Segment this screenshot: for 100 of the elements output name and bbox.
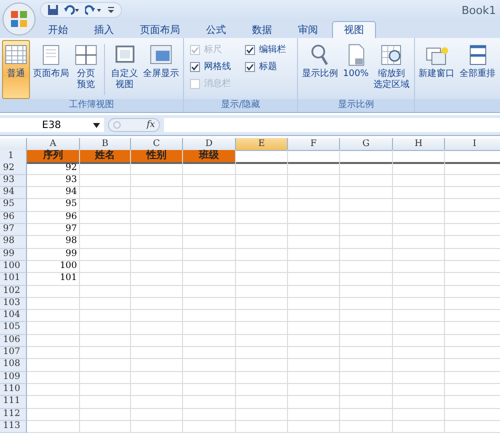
empty-cell <box>80 372 131 384</box>
ribbon-button[interactable]: 全部重排 <box>458 40 498 99</box>
ribbon-tab[interactable]: 视图 <box>332 21 376 38</box>
row-header[interactable]: 93 <box>0 174 27 188</box>
column-header[interactable]: E <box>236 138 288 151</box>
ribbon-tab[interactable]: 页面布局 <box>128 21 192 38</box>
ribbon-button[interactable]: 缩放到 选定区域 <box>372 40 412 99</box>
empty-cell <box>236 298 288 310</box>
row-header[interactable]: 96 <box>0 212 27 224</box>
row-header[interactable]: 1 <box>0 150 27 164</box>
column-header[interactable]: H <box>393 138 445 151</box>
ribbon-button[interactable]: 分页 预览 <box>72 40 100 99</box>
ribbon-button[interactable]: 页面布局 <box>31 40 71 99</box>
table-cell: 93 <box>27 174 80 188</box>
row-header[interactable]: 112 <box>0 408 27 421</box>
empty-cell <box>80 310 131 322</box>
empty-cell <box>288 396 340 409</box>
row-header[interactable]: 105 <box>0 322 27 335</box>
row-header[interactable]: 106 <box>0 334 27 348</box>
empty-cell <box>131 420 183 434</box>
formula-input[interactable] <box>164 118 500 132</box>
row-header[interactable]: 95 <box>0 199 27 212</box>
checkbox[interactable] <box>245 44 255 54</box>
header-cell: 姓名 <box>80 150 131 164</box>
insert-function-button[interactable]: fx <box>146 120 155 130</box>
empty-cell <box>236 420 288 434</box>
empty-cell <box>80 236 131 249</box>
customize-icon[interactable] <box>107 5 115 15</box>
empty-cell <box>288 347 340 360</box>
redo-icon[interactable] <box>85 4 103 16</box>
empty-cell <box>393 212 445 224</box>
empty-cell <box>340 273 393 286</box>
empty-cell <box>340 310 393 322</box>
column-header[interactable]: F <box>288 138 340 151</box>
empty-cell <box>288 359 340 372</box>
column-header[interactable]: C <box>131 138 183 151</box>
ribbon-tab[interactable]: 数据 <box>240 21 284 38</box>
empty-cell <box>393 359 445 372</box>
empty-cell <box>80 273 131 286</box>
row-header[interactable]: 102 <box>0 286 27 298</box>
ribbon-tab[interactable]: 开始 <box>36 21 80 38</box>
empty-cell <box>340 372 393 384</box>
checkbox[interactable] <box>245 62 255 72</box>
name-box[interactable]: E38 <box>0 118 104 132</box>
row-header[interactable]: 113 <box>0 420 27 434</box>
row-header[interactable]: 110 <box>0 384 27 396</box>
empty-cell <box>393 396 445 409</box>
ribbon-button[interactable]: 显示比例 <box>300 40 340 99</box>
ribbon-button[interactable]: 100% <box>341 40 371 99</box>
empty-cell <box>236 359 288 372</box>
row-header[interactable]: 103 <box>0 298 27 310</box>
column-header[interactable]: B <box>80 138 131 151</box>
row-header[interactable]: 107 <box>0 347 27 360</box>
empty-cell <box>183 162 236 175</box>
empty-cell <box>131 384 183 396</box>
row-header[interactable]: 99 <box>0 248 27 261</box>
empty-cell <box>393 372 445 384</box>
row-header[interactable]: 109 <box>0 372 27 384</box>
row-header[interactable]: 94 <box>0 187 27 200</box>
ribbon-button[interactable]: 全屏显示 <box>141 40 181 99</box>
row-header[interactable]: 98 <box>0 236 27 249</box>
row-header[interactable]: 104 <box>0 310 27 322</box>
ribbon-tab[interactable]: 审阅 <box>286 21 330 38</box>
ribbon-tab[interactable]: 公式 <box>194 21 238 38</box>
ribbon-button[interactable]: 新建窗口 <box>416 40 457 99</box>
column-header[interactable]: G <box>340 138 393 151</box>
window-title: Book1 <box>462 4 496 16</box>
empty-cell <box>393 347 445 360</box>
header-cell: 序列 <box>27 150 80 164</box>
undo-icon[interactable] <box>63 4 81 16</box>
empty-cell <box>80 248 131 261</box>
row-header[interactable]: 111 <box>0 396 27 409</box>
empty-cell <box>340 408 393 421</box>
empty-cell <box>183 310 236 322</box>
table-cell: 96 <box>27 212 80 224</box>
ribbon-tab[interactable]: 插入 <box>82 21 126 38</box>
ribbon-button[interactable]: 自定义 视图 <box>109 40 140 99</box>
empty-cell <box>340 420 393 434</box>
row-header[interactable]: 100 <box>0 260 27 274</box>
empty-cell <box>340 396 393 409</box>
column-header[interactable]: D <box>183 138 236 151</box>
empty-cell <box>393 408 445 421</box>
empty-cell <box>183 298 236 310</box>
empty-cell <box>236 347 288 360</box>
checkbox[interactable] <box>190 62 200 72</box>
empty-cell <box>183 187 236 200</box>
empty-cell <box>80 286 131 298</box>
ribbon-button[interactable]: 普通 <box>2 40 30 99</box>
row-header[interactable]: 108 <box>0 359 27 372</box>
empty-cell <box>183 322 236 335</box>
empty-cell <box>80 408 131 421</box>
save-icon[interactable] <box>47 4 59 16</box>
empty-cell <box>183 273 236 286</box>
row-header[interactable]: 92 <box>0 162 27 175</box>
column-header[interactable]: I <box>445 138 500 151</box>
empty-cell <box>183 396 236 409</box>
empty-cell <box>340 174 393 188</box>
row-header[interactable]: 101 <box>0 273 27 286</box>
row-header[interactable]: 97 <box>0 224 27 236</box>
empty-cell <box>236 408 288 421</box>
